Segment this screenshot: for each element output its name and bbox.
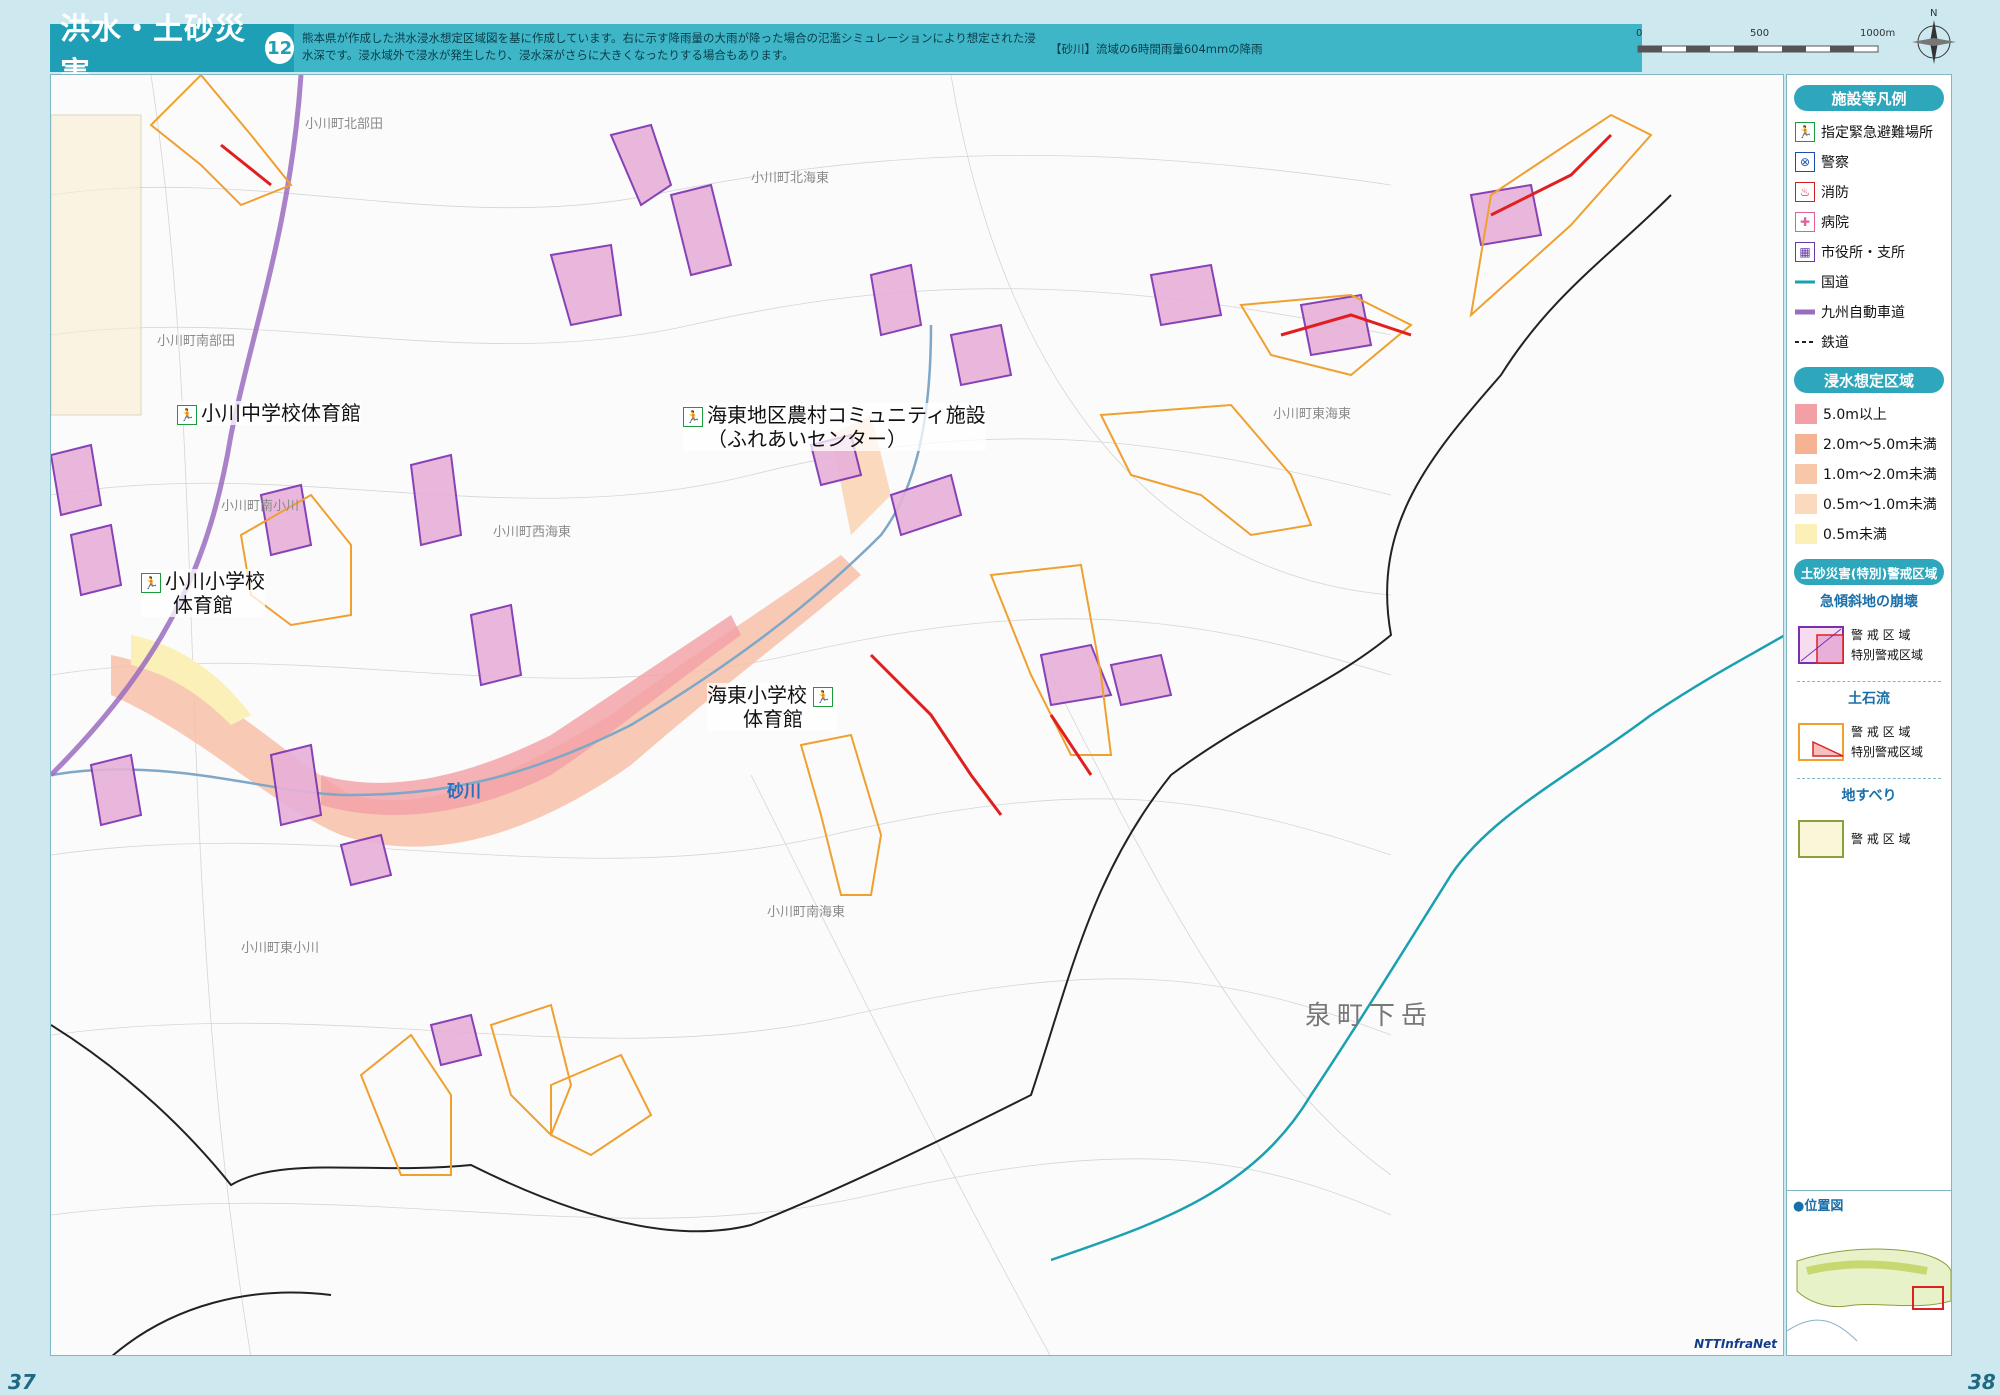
rainfall-note: 【砂川】流域の6時間雨量604mmの降雨: [1050, 42, 1263, 56]
legend-debris-flow: 警 戒 区 域特別警戒区域: [1787, 710, 1951, 774]
expressway-line: [1795, 309, 1815, 315]
place-label: 小川町北部田: [305, 117, 384, 132]
legend-debris-flow-title: 土石流: [1848, 691, 1890, 707]
legend-flood-05-1m: 0.5m～1.0m未満: [1787, 489, 1951, 519]
legend-flood-1-2m: 1.0m～2.0m未満: [1787, 459, 1951, 489]
map-canvas: [51, 75, 1783, 1355]
flood-swatch: [1795, 404, 1817, 424]
place-label: 小川町南小川: [221, 499, 300, 514]
legend-flood-5m: 5.0m以上: [1787, 399, 1951, 429]
hospital-icon: ✚: [1795, 212, 1815, 232]
north-label: N: [1930, 8, 1937, 19]
steep-slope-swatch: [1798, 626, 1844, 664]
admin-boundary: [51, 194, 1672, 1233]
scale-bar: 0 500 1000m: [1636, 22, 1896, 62]
facility-ogawa-elementary[interactable]: 🏃 小川小学校 体育館: [141, 569, 265, 617]
evacuation-icon: 🏃: [177, 404, 197, 425]
evacuation-icon: 🏃: [1795, 122, 1815, 142]
evacuation-icon: 🏃: [813, 686, 833, 707]
flood-swatch: [1795, 524, 1817, 544]
facility-kaito-elementary[interactable]: 海東小学校 🏃 体育館: [707, 683, 837, 731]
place-label: 小川町東海東: [1273, 407, 1352, 422]
police-icon: ⊗: [1795, 152, 1815, 172]
ntt-infranet-logo: NTTInfraNet: [1694, 1337, 1777, 1351]
place-label: 小川町南海東: [767, 905, 846, 920]
legend-flood-head: 浸水想定区域: [1794, 367, 1944, 393]
legend-item-railway: 鉄道: [1787, 327, 1951, 357]
place-label: 小川町北海東: [751, 171, 830, 186]
legend-landslide: 警 戒 区 域: [1787, 807, 1951, 871]
hazard-map[interactable]: 小川町北部田 小川町北海東 小川町南部田 小川町東海東 小川町南小川 小川町西海…: [50, 74, 1784, 1356]
flood-swatch: [1795, 494, 1817, 514]
landslide-swatch: [1798, 820, 1844, 858]
page-frame: 洪水・土砂災害 12 熊本県が作成した洪水浸水想定区域図を基に作成しています。右…: [0, 0, 2000, 1395]
legend-flood-2-5m: 2.0m～5.0m未満: [1787, 429, 1951, 459]
place-label: 小川町西海東: [493, 525, 572, 540]
title-number-badge: 12: [265, 32, 294, 64]
place-label: 小川町東小川: [241, 941, 320, 956]
evacuation-icon: 🏃: [683, 406, 703, 427]
page-number-right: 38: [1968, 1370, 1996, 1394]
legend-panel: 施設等凡例 🏃 指定緊急避難場所 ⊗ 警察 ♨ 消防 ✚ 病院 ▦ 市役所・支所…: [1786, 74, 1952, 1194]
inset-map: [1787, 1248, 1951, 1342]
legend-facilities-head: 施設等凡例: [1794, 85, 1944, 111]
flood-swatch: [1795, 434, 1817, 454]
city-office-icon: ▦: [1795, 242, 1815, 262]
area-label-izumi: 泉町下岳: [1305, 1001, 1434, 1031]
legend-item-hospital: ✚ 病院: [1787, 207, 1951, 237]
debris-flow-swatch: [1798, 723, 1844, 761]
legend-steep-slope: 警 戒 区 域特別警戒区域: [1787, 613, 1951, 677]
legend-item-fire: ♨ 消防: [1787, 177, 1951, 207]
evacuation-icon: 🏃: [141, 572, 161, 593]
north-arrow: N: [1908, 6, 1960, 66]
header-description: 熊本県が作成した洪水浸水想定区域図を基に作成しています。右に示す降雨量の大雨が降…: [302, 31, 1036, 62]
legend-sediment-head: 土砂災害(特別)警戒区域: [1794, 559, 1944, 585]
national-road-line: [1795, 280, 1815, 284]
legend-steep-slope-title: 急傾斜地の崩壊: [1820, 594, 1918, 610]
facility-ogawa-junior-high[interactable]: 🏃 小川中学校体育館: [177, 401, 361, 425]
urban-area: [51, 114, 142, 416]
title-box: 洪水・土砂災害 12: [50, 12, 294, 91]
legend-item-evacuation: 🏃 指定緊急避難場所: [1787, 117, 1951, 147]
legend-landslide-title: 地すべり: [1841, 788, 1897, 804]
legend-flood-under-05m: 0.5m未満: [1787, 519, 1951, 549]
fire-station-icon: ♨: [1795, 182, 1815, 202]
railway-line: [1795, 341, 1815, 343]
facility-kaito-community-center[interactable]: 🏃 海東地区農村コミュニティ施設 （ふれあいセンター）: [683, 403, 986, 451]
legend-item-expressway: 九州自動車道: [1787, 297, 1951, 327]
place-label: 小川町南部田: [157, 334, 236, 349]
legend-item-police: ⊗ 警察: [1787, 147, 1951, 177]
location-inset: ●位置図: [1786, 1190, 1952, 1356]
river-label: 砂川: [447, 782, 481, 802]
header-bar: 洪水・土砂災害 12 熊本県が作成した洪水浸水想定区域図を基に作成しています。右…: [50, 12, 1642, 91]
flood-swatch: [1795, 464, 1817, 484]
national-road: [1050, 634, 1783, 1262]
legend-item-national-road: 国道: [1787, 267, 1951, 297]
legend-item-city-office: ▦ 市役所・支所: [1787, 237, 1951, 267]
page-number-left: 37: [8, 1370, 36, 1394]
